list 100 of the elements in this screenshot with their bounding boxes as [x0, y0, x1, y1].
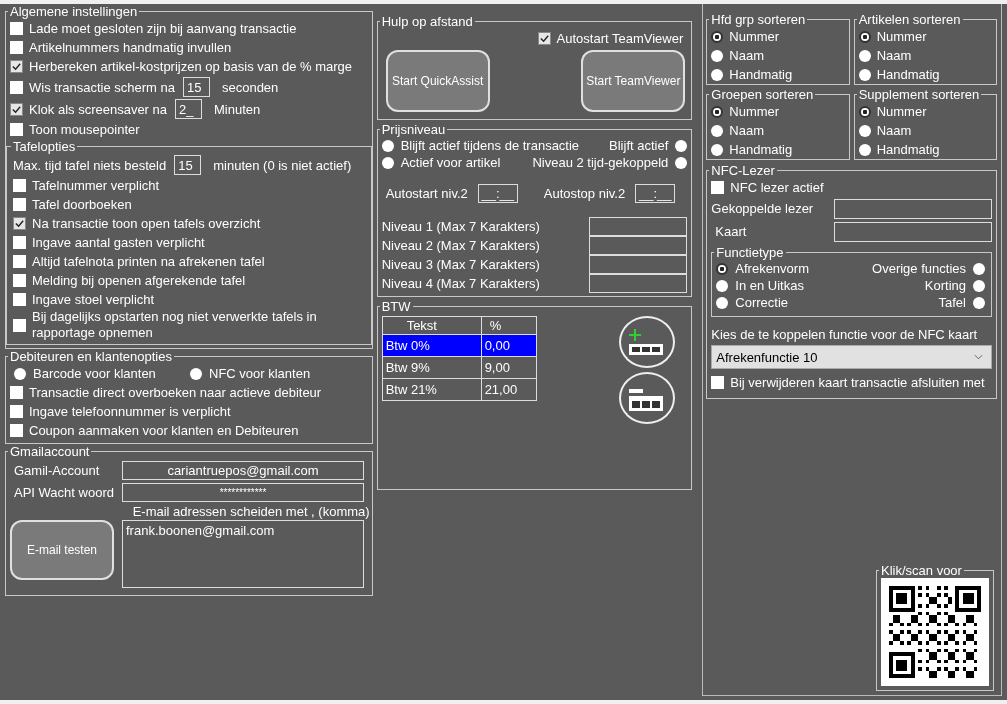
radio-button[interactable] — [858, 30, 871, 43]
checkbox[interactable] — [13, 179, 26, 192]
checkbox[interactable] — [13, 255, 26, 268]
column-header: Tekst — [382, 316, 482, 335]
option-label: Naam — [876, 123, 912, 138]
field-label: Autostart niv.2 — [385, 186, 468, 201]
radio-button[interactable] — [858, 143, 871, 156]
checkbox[interactable] — [711, 376, 725, 389]
level-name-field[interactable] — [589, 236, 688, 255]
radio-button[interactable] — [716, 296, 729, 309]
start-button[interactable]: Start QuickAssist — [385, 50, 490, 112]
unit-label: seconden — [221, 79, 279, 95]
checkbox[interactable] — [10, 22, 23, 35]
group-title: NFC-Lezer — [710, 163, 776, 178]
option-label: Wis transactie scherm na — [29, 79, 175, 95]
option-label: Artikelnummers handmatig invullen — [29, 40, 232, 55]
checkbox[interactable] — [10, 405, 23, 418]
level-name-field[interactable] — [589, 255, 688, 274]
card-field[interactable] — [834, 221, 992, 242]
option-label: Correctie — [735, 295, 789, 310]
checkbox[interactable] — [10, 80, 23, 94]
option-label: Coupon aanmaken voor klanten en Debiteuren — [29, 423, 299, 438]
checkbox[interactable] — [537, 32, 551, 45]
option-label: Afrekenvorm — [735, 261, 809, 276]
radio-button[interactable] — [973, 296, 985, 309]
field-label: Gamil-Account — [13, 462, 101, 478]
level-name-field[interactable] — [589, 217, 688, 236]
number-field[interactable]: 15 — [174, 155, 202, 175]
option-label: In en Uitkas — [735, 278, 804, 293]
radio-button[interactable] — [675, 139, 688, 152]
checkbox[interactable] — [13, 217, 26, 230]
recipients-field[interactable]: frank.boonen@gmail.com — [122, 520, 364, 588]
checkbox[interactable] — [711, 181, 725, 194]
option-label: Nummer — [729, 29, 780, 44]
vat-row[interactable]: Btw 21% 21,00 — [382, 378, 537, 401]
radio-button[interactable] — [381, 156, 394, 169]
vat-row[interactable]: Btw 0% 0,00 — [382, 334, 537, 357]
checkbox[interactable] — [10, 102, 23, 116]
add-row-button[interactable] — [619, 316, 676, 368]
radio-button[interactable] — [711, 68, 724, 81]
level-name-field[interactable] — [589, 274, 688, 293]
radio-button[interactable] — [716, 262, 729, 275]
radio-button[interactable] — [190, 367, 202, 380]
checkbox[interactable] — [10, 386, 23, 399]
reader-field[interactable] — [834, 198, 992, 219]
checkbox[interactable] — [13, 236, 26, 249]
table-cell: Btw 9% — [382, 356, 482, 379]
time-field[interactable]: __:__ — [477, 184, 518, 203]
table-cell: 21,00 — [481, 378, 537, 401]
field-label: API Wacht woord — [13, 484, 115, 500]
table-cell: Btw 21% — [382, 378, 482, 401]
field-label: Gekoppelde lezer — [711, 201, 814, 216]
option-label: Overige functies — [872, 261, 966, 276]
number-field[interactable]: 2_ — [175, 99, 202, 119]
qr-code-drawing[interactable] — [881, 578, 989, 686]
group-title: Tafelopties — [12, 139, 77, 154]
checkbox[interactable] — [13, 198, 26, 211]
group-title: Debiteuren en klantenopties — [9, 349, 173, 364]
option-label: Melding bij openen afgerekende tafel — [32, 272, 246, 289]
radio-button[interactable] — [858, 124, 871, 137]
checkbox[interactable] — [13, 293, 26, 306]
vat-row[interactable]: Btw 9% 9,00 — [382, 356, 537, 379]
table-cell: Btw 0% — [382, 334, 482, 357]
radio-button[interactable] — [716, 279, 729, 292]
checkbox[interactable] — [13, 318, 26, 332]
radio-button[interactable] — [858, 105, 871, 118]
radio-button[interactable] — [381, 139, 394, 152]
function-dropdown[interactable]: Afrekenfunctie 10 — [711, 345, 992, 369]
group-title: Groepen sorteren — [710, 87, 815, 102]
unit-label: minuten (0 is niet actief) — [213, 157, 352, 173]
start-button[interactable]: Start TeamViewer — [581, 50, 686, 112]
test-email-button[interactable]: E-mail testen — [10, 520, 114, 580]
radio-button[interactable] — [675, 156, 688, 169]
unit-label: Minuten — [214, 101, 261, 117]
radio-button[interactable] — [973, 279, 985, 292]
remove-row-button[interactable] — [619, 372, 676, 424]
option-label: Ingave aantal gasten verplicht — [32, 234, 205, 251]
radio-button[interactable] — [711, 143, 724, 156]
field-label: Kaart — [714, 224, 747, 239]
checkbox[interactable] — [10, 41, 23, 54]
group-title: Functietype — [715, 245, 785, 260]
radio-button[interactable] — [711, 105, 724, 118]
time-field[interactable]: __:__ — [635, 184, 676, 203]
radio-button[interactable] — [858, 68, 871, 81]
number-field[interactable]: 15 — [182, 77, 210, 97]
option-label: Korting — [924, 278, 966, 293]
checkbox[interactable] — [13, 274, 26, 287]
field-label: Autostop niv.2 — [543, 186, 626, 201]
radio-button[interactable] — [14, 367, 26, 380]
radio-button[interactable] — [711, 49, 724, 62]
radio-button[interactable] — [711, 124, 724, 137]
email-field[interactable]: cariantruepos@gmail.com — [122, 460, 364, 480]
radio-button[interactable] — [973, 262, 985, 275]
checkbox[interactable] — [10, 123, 23, 136]
checkbox[interactable] — [10, 60, 23, 73]
checkbox[interactable] — [10, 424, 23, 437]
radio-button[interactable] — [858, 49, 871, 62]
option-label: Nummer — [876, 29, 927, 44]
radio-button[interactable] — [711, 30, 724, 43]
password-field[interactable]: ************ — [122, 482, 364, 502]
